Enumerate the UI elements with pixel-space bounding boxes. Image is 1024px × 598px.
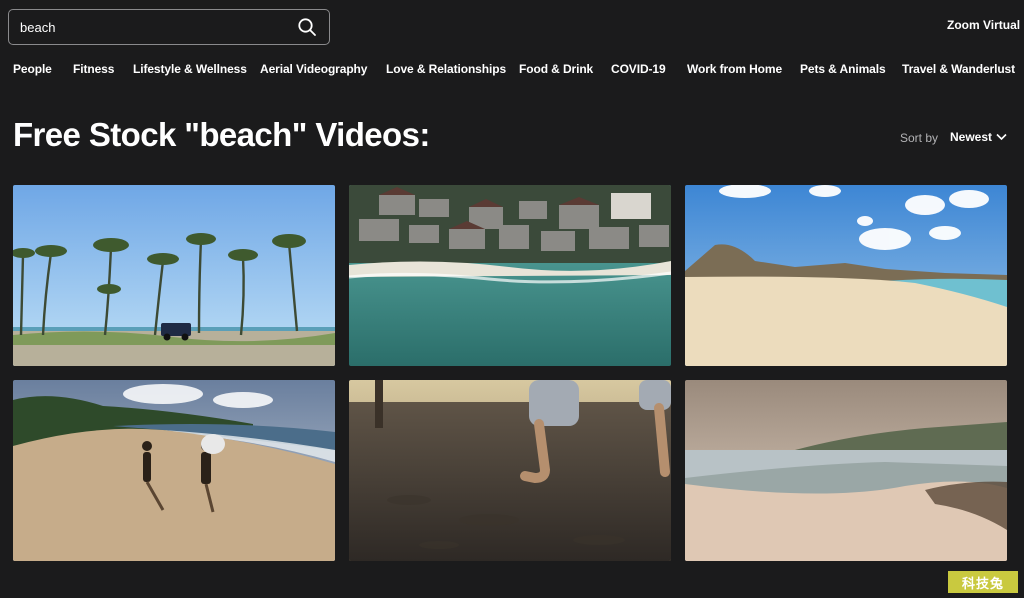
search-button[interactable] (285, 10, 329, 44)
video-thumbnail-surfers-beach[interactable] (13, 380, 335, 561)
aerial-coastal-village-icon (349, 185, 671, 366)
category-covid-19[interactable]: COVID-19 (611, 62, 666, 76)
sort-value: Newest (950, 130, 993, 144)
page-title: Free Stock "beach" Videos: (13, 116, 430, 153)
category-travel-wanderlust[interactable]: Travel & Wanderlust (902, 62, 1015, 76)
category-food-drink[interactable]: Food & Drink (519, 62, 593, 76)
sunset-coastline-icon (685, 380, 1007, 561)
palm-beach-jeep-icon (13, 185, 335, 366)
category-love-relationships[interactable]: Love & Relationships (386, 62, 506, 76)
sort-dropdown[interactable]: Newest (950, 130, 1007, 144)
category-aerial-videography[interactable]: Aerial Videography (260, 62, 367, 76)
surfers-walking-beach-icon (13, 380, 335, 561)
video-thumbnail-palm-beach[interactable] (13, 185, 335, 366)
chevron-down-icon (996, 133, 1007, 141)
category-lifestyle-wellness[interactable]: Lifestyle & Wellness (133, 62, 247, 76)
category-pets-animals[interactable]: Pets & Animals (800, 62, 886, 76)
search-input[interactable] (9, 10, 285, 44)
video-thumbnail-aerial-village[interactable] (349, 185, 671, 366)
search-box (8, 9, 330, 45)
category-nav: People Fitness Lifestyle & Wellness Aeri… (0, 62, 1024, 80)
video-thumbnail-sandy-beach[interactable] (685, 185, 1007, 366)
sort-label: Sort by (900, 131, 939, 145)
zoom-virtual-backgrounds-link[interactable]: Zoom Virtual B (947, 18, 1024, 32)
watermark-badge: 科技兔 (948, 571, 1018, 593)
video-thumbnail-feet-sand[interactable] (349, 380, 671, 561)
category-people[interactable]: People (13, 62, 52, 76)
feet-in-sand-icon (349, 380, 671, 561)
category-fitness[interactable]: Fitness (73, 62, 114, 76)
search-icon (298, 18, 316, 36)
sandy-beach-mountains-icon (685, 185, 1007, 366)
video-thumbnail-sunset-coast[interactable] (685, 380, 1007, 561)
category-work-from-home[interactable]: Work from Home (687, 62, 782, 76)
